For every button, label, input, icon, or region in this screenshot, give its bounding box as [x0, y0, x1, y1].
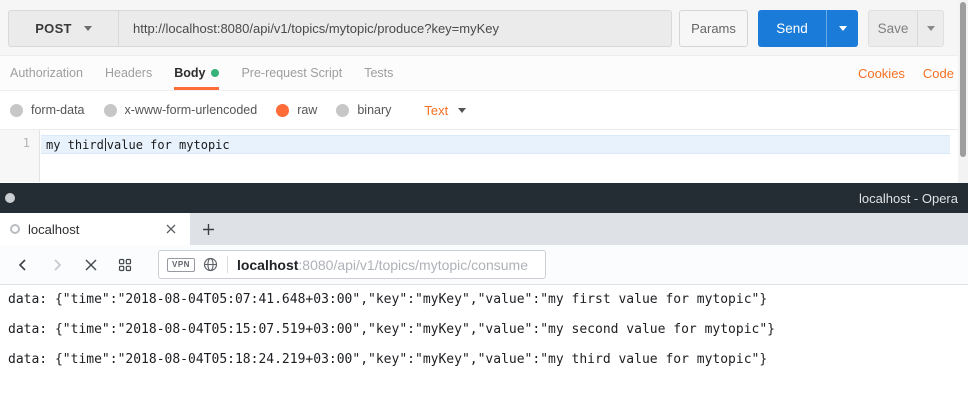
- raw-type-dropdown[interactable]: Text: [424, 103, 466, 118]
- text-cursor: [105, 138, 106, 151]
- body-mode-selector: form-data x-www-form-urlencoded raw bina…: [0, 91, 968, 129]
- radio-selected-icon: [276, 104, 289, 117]
- window-title: localhost - Opera: [859, 183, 958, 213]
- sse-data-line: data: {"time":"2018-08-04T05:07:41.648+0…: [8, 285, 968, 315]
- address-bar[interactable]: VPN localhost :8080/api/v1/topics/mytopi…: [158, 250, 546, 279]
- chevron-down-icon: [839, 26, 847, 31]
- speed-dial-button[interactable]: [115, 255, 135, 275]
- sse-response-content: data: {"time":"2018-08-04T05:07:41.648+0…: [0, 285, 968, 403]
- save-options-button[interactable]: [918, 11, 943, 46]
- raw-body-editor[interactable]: 1 my third value for mytopic: [0, 129, 968, 182]
- scrollbar-thumb[interactable]: [960, 2, 966, 157]
- plus-icon: [202, 223, 215, 236]
- params-button[interactable]: Params: [679, 10, 748, 47]
- sse-data-line: data: {"time":"2018-08-04T05:15:07.519+0…: [8, 315, 968, 345]
- x-icon: [84, 258, 98, 272]
- line-number: 1: [0, 130, 39, 150]
- address-divider: [227, 256, 228, 273]
- radio-icon: [104, 104, 117, 117]
- method-label: POST: [35, 21, 72, 36]
- radio-icon: [336, 104, 349, 117]
- chevron-down-icon: [927, 26, 935, 31]
- tab-tests[interactable]: Tests: [364, 56, 393, 90]
- method-url-group: POST http://localhost:8080/api/v1/topics…: [8, 10, 672, 47]
- mode-binary[interactable]: binary: [336, 103, 391, 117]
- globe-icon[interactable]: [203, 257, 218, 272]
- forward-button[interactable]: [47, 255, 67, 275]
- browser-tab-localhost[interactable]: localhost: [0, 213, 190, 245]
- tab-authorization[interactable]: Authorization: [10, 56, 83, 90]
- opera-navbar: VPN localhost :8080/api/v1/topics/mytopi…: [0, 245, 968, 285]
- opera-tabbar: localhost: [0, 213, 968, 245]
- chevron-down-icon: [84, 26, 92, 31]
- back-button[interactable]: [13, 255, 33, 275]
- stop-button[interactable]: [81, 255, 101, 275]
- grid-icon: [118, 258, 132, 272]
- chevron-left-icon: [16, 258, 30, 272]
- opera-window: localhost - Opera localhost: [0, 183, 968, 403]
- save-button[interactable]: Save: [869, 11, 918, 46]
- tab-pre-request-script[interactable]: Pre-request Script: [241, 56, 342, 90]
- save-button-group: Save: [868, 10, 944, 47]
- postman-request-bar: POST http://localhost:8080/api/v1/topics…: [0, 0, 968, 56]
- radio-icon: [10, 104, 23, 117]
- body-content-dot-icon: [211, 69, 219, 77]
- mode-raw[interactable]: raw: [276, 103, 317, 117]
- request-links: Cookies Code: [858, 56, 954, 90]
- tab-title: localhost: [28, 222, 162, 237]
- send-options-button[interactable]: [827, 10, 858, 47]
- mode-form-data[interactable]: form-data: [10, 103, 85, 117]
- chevron-down-icon: [458, 108, 466, 113]
- request-url-input[interactable]: http://localhost:8080/api/v1/topics/myto…: [119, 11, 671, 46]
- tab-body[interactable]: Body: [174, 56, 219, 90]
- sse-data-line: data: {"time":"2018-08-04T05:18:24.219+0…: [8, 345, 968, 375]
- address-host: localhost: [237, 257, 298, 273]
- titlebar-dot-icon: [5, 193, 15, 203]
- address-path: :8080/api/v1/topics/mytopic/consume: [298, 257, 528, 273]
- cookies-link[interactable]: Cookies: [858, 66, 905, 81]
- tab-headers[interactable]: Headers: [105, 56, 152, 90]
- scrollbar-track: [958, 0, 968, 183]
- send-button[interactable]: Send: [758, 10, 827, 47]
- vpn-badge[interactable]: VPN: [167, 258, 195, 272]
- favicon-loading-icon: [10, 224, 20, 234]
- editor-active-line[interactable]: my third value for mytopic: [41, 135, 950, 154]
- opera-titlebar: localhost - Opera: [0, 183, 968, 213]
- method-dropdown[interactable]: POST: [9, 11, 119, 46]
- chevron-right-icon: [50, 258, 64, 272]
- request-tabs: Authorization Headers Body Pre-request S…: [0, 56, 968, 91]
- code-link[interactable]: Code: [923, 66, 954, 81]
- editor-gutter: 1: [0, 130, 40, 182]
- send-button-group: Send: [758, 10, 858, 47]
- new-tab-button[interactable]: [190, 213, 226, 245]
- postman-window: POST http://localhost:8080/api/v1/topics…: [0, 0, 968, 183]
- mode-x-www-form-urlencoded[interactable]: x-www-form-urlencoded: [104, 103, 258, 117]
- screen: POST http://localhost:8080/api/v1/topics…: [0, 0, 968, 403]
- close-tab-icon[interactable]: [162, 220, 180, 238]
